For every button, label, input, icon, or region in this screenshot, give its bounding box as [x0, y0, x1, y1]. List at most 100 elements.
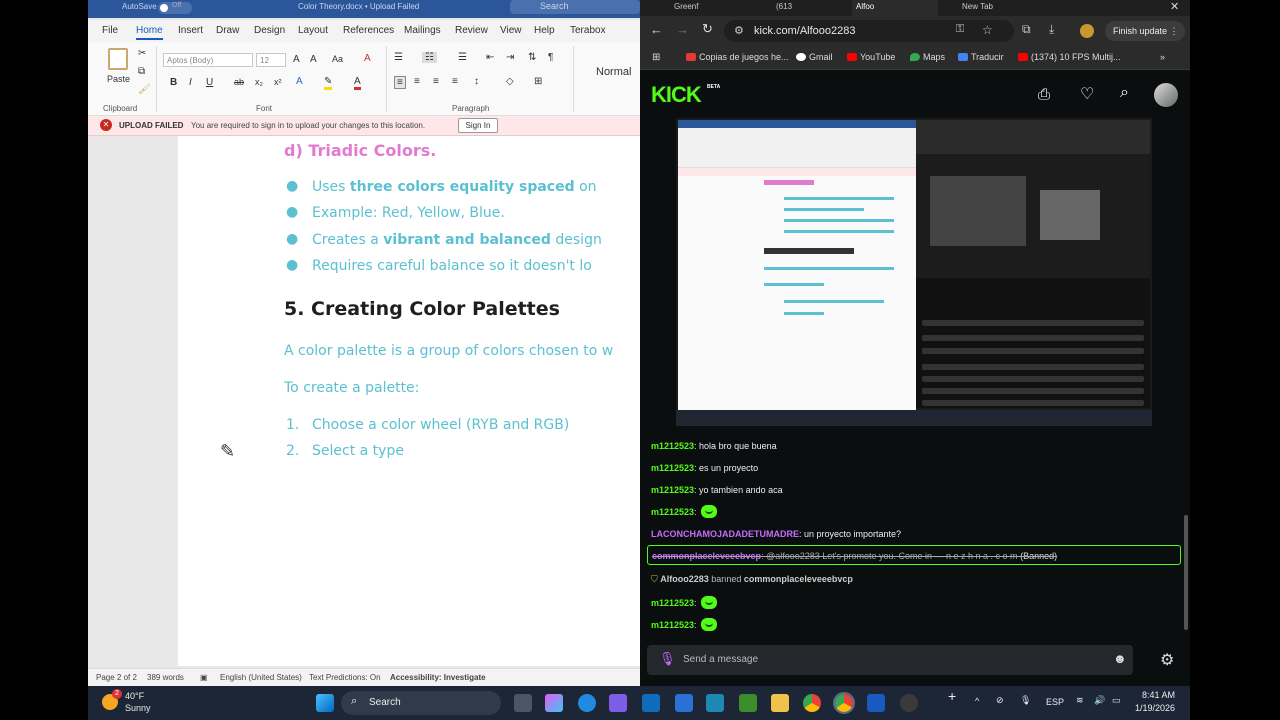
tab-terabox[interactable]: Terabox: [570, 25, 606, 36]
tab-file[interactable]: File: [102, 25, 118, 36]
downloads-icon[interactable]: ⤓: [1049, 22, 1054, 37]
minecraft-icon[interactable]: [739, 694, 757, 712]
tab-home[interactable]: Home: [136, 25, 163, 40]
copilot-icon[interactable]: [545, 694, 563, 712]
chat-username[interactable]: m1212523: [651, 463, 694, 473]
browser-tab[interactable]: Greenf: [670, 0, 702, 16]
chat-scrollbar[interactable]: [1184, 515, 1188, 630]
strikethrough-icon[interactable]: ab: [234, 77, 244, 87]
tab-review[interactable]: Review: [455, 25, 488, 36]
extensions-icon[interactable]: ⧉: [1022, 22, 1031, 37]
weather-temp[interactable]: 40°F: [125, 691, 144, 701]
font-color-icon[interactable]: A: [354, 76, 361, 90]
paste-label[interactable]: Paste: [107, 74, 130, 84]
network-off-icon[interactable]: ⊘: [996, 695, 1004, 706]
word-icon[interactable]: [867, 694, 885, 712]
tab-help[interactable]: Help: [534, 25, 555, 36]
chat-username[interactable]: m1212523: [651, 441, 694, 451]
word-count[interactable]: 389 words: [147, 673, 184, 682]
chat-username[interactable]: m1212523: [651, 507, 694, 517]
reload-icon[interactable]: ↻: [702, 21, 713, 37]
text-effects-icon[interactable]: A: [296, 76, 303, 87]
proofing-icon[interactable]: ▣: [200, 673, 208, 682]
tab-view[interactable]: View: [500, 25, 522, 36]
apps-grid-icon[interactable]: ⊞: [652, 52, 660, 63]
font-size-select[interactable]: 12: [256, 53, 286, 67]
app-icon[interactable]: [900, 694, 918, 712]
sort-icon[interactable]: ⇅: [528, 52, 536, 63]
document-page[interactable]: d) Triadic Colors. ● Uses three colors e…: [178, 136, 640, 666]
line-spacing-icon[interactable]: ↕: [474, 76, 479, 87]
chat-settings-gear-icon[interactable]: ⚙: [1160, 650, 1174, 670]
finish-update-button[interactable]: Finish update ⋮: [1105, 21, 1185, 41]
tab-references[interactable]: References: [343, 25, 394, 36]
chat-username[interactable]: LACONCHAMOJADADETUMADRE: [651, 529, 799, 539]
cut-icon[interactable]: ✂: [138, 48, 146, 59]
bullets-icon[interactable]: ☰: [394, 52, 403, 63]
copy-icon[interactable]: ⧉: [138, 66, 145, 77]
language[interactable]: English (United States): [220, 673, 302, 682]
paste-icon[interactable]: [108, 48, 128, 70]
language-indicator[interactable]: ESP: [1046, 697, 1064, 707]
chat-username[interactable]: commonplaceleveeebvcp: [652, 551, 761, 561]
chrome-active-icon[interactable]: [833, 692, 855, 714]
microphone-icon[interactable]: 🎙: [659, 651, 676, 667]
volume-icon[interactable]: 🔊: [1094, 695, 1105, 706]
banned-user[interactable]: commonplaceleveeebvcp: [744, 574, 853, 584]
chat-username[interactable]: m1212523: [651, 598, 694, 608]
task-view-icon[interactable]: [514, 694, 532, 712]
tab-draw[interactable]: Draw: [216, 25, 239, 36]
chrome-icon[interactable]: [803, 694, 821, 712]
user-avatar[interactable]: [1154, 83, 1178, 107]
kick-logo[interactable]: KICK: [651, 82, 702, 108]
stream-video[interactable]: [676, 118, 1152, 426]
taskbar-search[interactable]: ⌕ Search: [341, 691, 501, 715]
tab-insert[interactable]: Insert: [178, 25, 203, 36]
sign-in-button[interactable]: Sign In: [458, 118, 498, 133]
change-case-icon[interactable]: Aa: [332, 54, 343, 64]
align-center-icon[interactable]: ≡: [414, 76, 420, 87]
clear-format-icon[interactable]: A: [364, 53, 371, 64]
shading-icon[interactable]: ◇: [506, 76, 514, 87]
following-heart-icon[interactable]: ♡: [1080, 84, 1094, 104]
accessibility-status[interactable]: Accessibility: Investigate: [390, 673, 486, 682]
bold-icon[interactable]: B: [170, 77, 177, 88]
bookmark-star-icon[interactable]: ☆: [982, 23, 993, 37]
file-explorer-icon[interactable]: [771, 694, 789, 712]
shrink-font-icon[interactable]: A: [310, 54, 317, 65]
microphone-icon[interactable]: 🎙: [1020, 695, 1031, 706]
forward-icon[interactable]: →: [676, 22, 689, 37]
highlight-icon[interactable]: ✎: [324, 76, 333, 90]
back-icon[interactable]: ←: [650, 22, 663, 37]
profile-avatar[interactable]: [1080, 24, 1094, 38]
subscript-icon[interactable]: x₂: [255, 77, 263, 87]
outlook-icon[interactable]: [642, 694, 660, 712]
superscript-icon[interactable]: x²: [274, 77, 282, 87]
store-icon[interactable]: [675, 694, 693, 712]
bookmark-item[interactable]: Copias de juegos he...: [686, 52, 789, 62]
chat-username[interactable]: m1212523: [651, 485, 694, 495]
edge-icon[interactable]: [578, 694, 596, 712]
chat-input[interactable]: 🎙 Send a message ☻: [647, 645, 1133, 675]
numbering-icon[interactable]: ☷: [422, 52, 437, 63]
browser-tab-active[interactable]: Alfoo: [852, 0, 938, 16]
tray-overflow-icon[interactable]: ^: [975, 696, 979, 706]
word-search-box[interactable]: Search: [510, 0, 640, 14]
align-left-icon[interactable]: ≡: [394, 76, 406, 89]
text-predictions[interactable]: Text Predictions: On: [309, 673, 381, 682]
battery-icon[interactable]: ▭: [1112, 695, 1121, 706]
grow-font-icon[interactable]: A: [293, 54, 300, 65]
browser-tab[interactable]: New Tab: [958, 0, 997, 16]
tab-design[interactable]: Design: [254, 25, 285, 36]
bookmark-item[interactable]: (1374) 10 FPS Multij...: [1018, 52, 1121, 62]
site-info-icon[interactable]: ⚙: [734, 24, 744, 37]
borders-icon[interactable]: ⊞: [534, 76, 542, 87]
bookmark-item[interactable]: Traducir: [958, 52, 1004, 62]
wifi-icon[interactable]: ≋: [1076, 695, 1084, 706]
bookmark-item[interactable]: YouTube: [847, 52, 895, 62]
browse-icon[interactable]: ⎙: [1038, 86, 1050, 103]
weather-desc[interactable]: Sunny: [125, 703, 151, 713]
window-close-icon[interactable]: ✕: [1170, 0, 1179, 13]
browser-tab[interactable]: (613: [772, 0, 796, 16]
address-bar[interactable]: ⚙ kick.com/Alfooo2283 ⚿ ☆: [724, 20, 1014, 42]
